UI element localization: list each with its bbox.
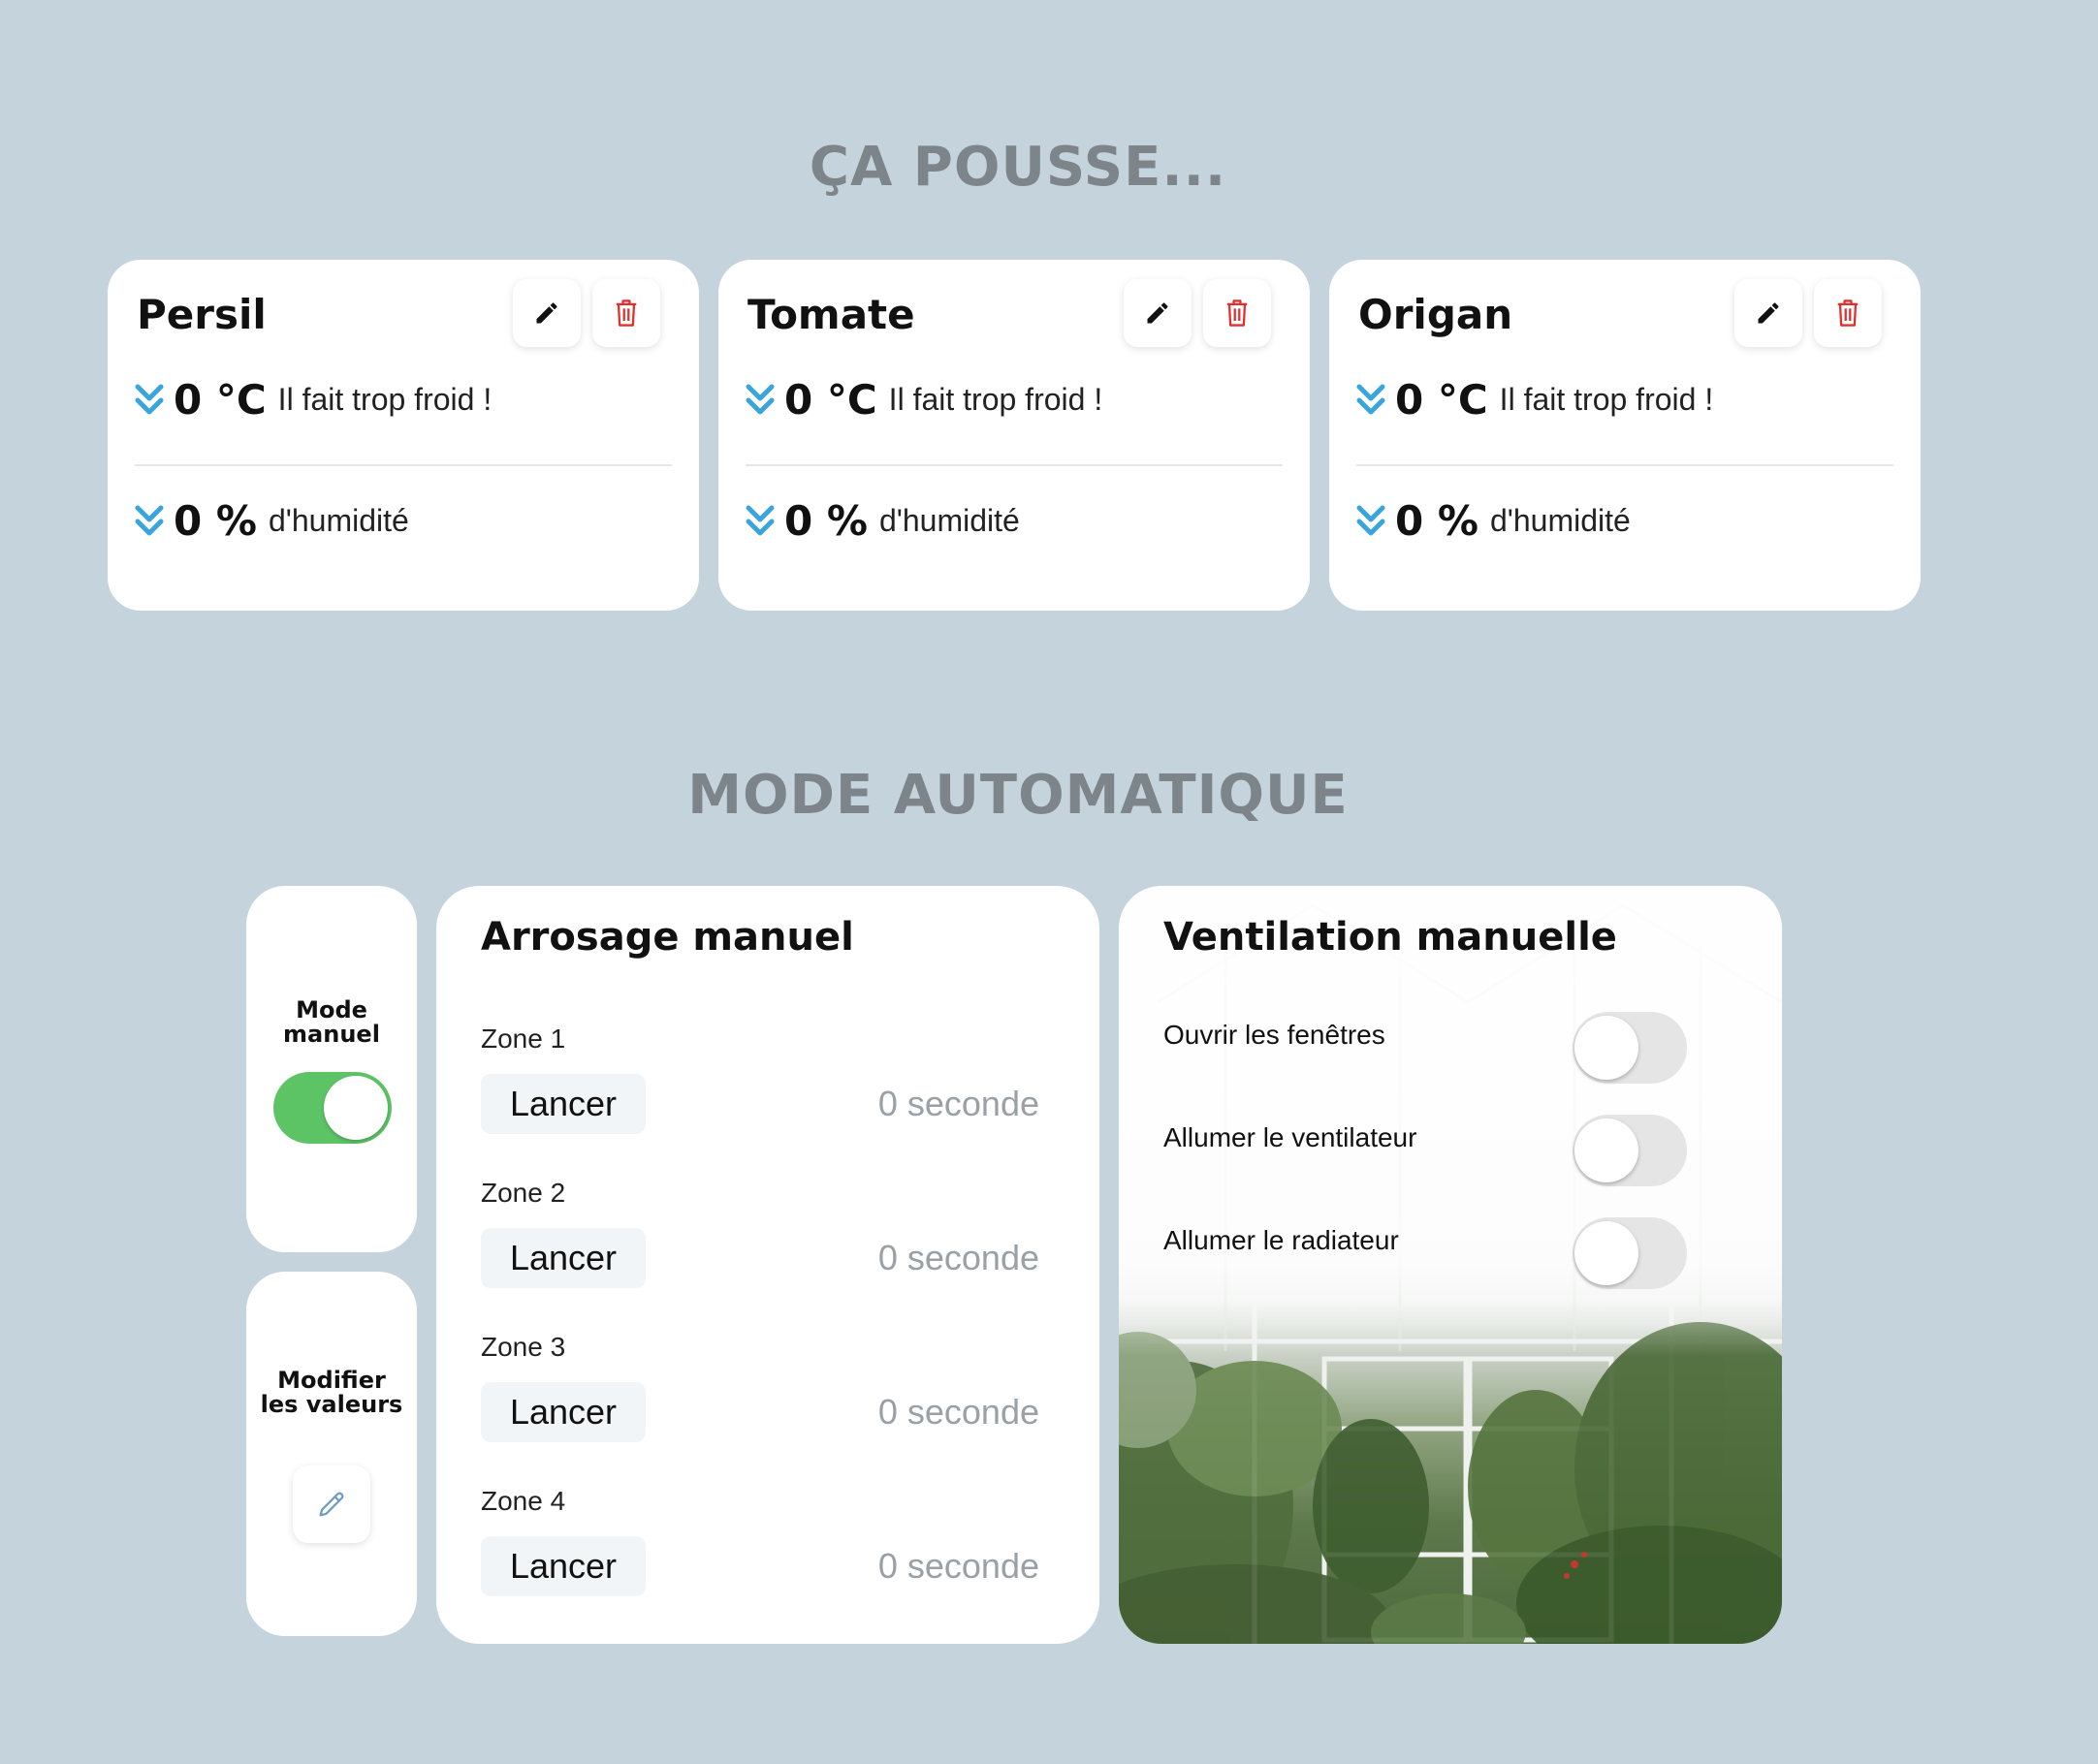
edit-plant-button[interactable] (513, 279, 581, 347)
manual-ventilation-title: Ventilation manuelle (1163, 915, 1617, 960)
humidity-value: 0 % (784, 497, 868, 545)
humidity-label: d'humidité (1489, 503, 1631, 538)
plant-card: Persil 0 °C Il fait trop froid ! 0 % d'h… (108, 260, 699, 611)
plant-name: Persil (137, 291, 267, 338)
heater-label: Allumer le radiateur (1163, 1225, 1399, 1255)
trash-icon (1837, 299, 1859, 327)
humidity-row: 0 % d'humidité (746, 497, 1020, 545)
launch-zone-2-button[interactable]: Lancer (481, 1228, 646, 1288)
temperature-status: Il fait trop froid ! (1499, 382, 1714, 417)
manual-watering-title: Arrosage manuel (481, 915, 854, 960)
toggle-knob (1574, 1221, 1638, 1285)
manual-watering-card: Arrosage manuel Zone 1 Lancer 0 seconde … (436, 886, 1099, 1644)
pencil-icon (536, 302, 557, 324)
chevron-double-down-icon (1356, 384, 1385, 414)
launch-zone-1-button[interactable]: Lancer (481, 1074, 646, 1134)
chevron-double-down-icon (746, 384, 775, 414)
launch-zone-4-button[interactable]: Lancer (481, 1536, 646, 1596)
fan-toggle[interactable] (1573, 1115, 1687, 1186)
section-title-auto-mode: MODE AUTOMATIQUE (687, 764, 1349, 827)
delete-plant-button[interactable] (1203, 279, 1271, 347)
zone-duration: 0 seconde (877, 1546, 1039, 1586)
manual-mode-label-line2: manuel (283, 1021, 380, 1048)
humidity-value: 0 % (174, 497, 257, 545)
manual-mode-card: Mode manuel (246, 886, 417, 1252)
delete-plant-button[interactable] (592, 279, 660, 347)
plant-name: Tomate (747, 291, 915, 338)
chevron-double-down-icon (135, 384, 164, 414)
humidity-label: d'humidité (878, 503, 1020, 538)
pencil-icon (1758, 302, 1779, 324)
zone-duration: 0 seconde (877, 1392, 1039, 1432)
humidity-row: 0 % d'humidité (1356, 497, 1631, 545)
modify-values-label-line2: les valeurs (260, 1391, 403, 1418)
toggle-knob (1574, 1118, 1638, 1182)
toggle-knob (324, 1076, 388, 1140)
temperature-row: 0 °C Il fait trop froid ! (135, 376, 492, 424)
plant-name: Origan (1358, 291, 1513, 338)
zone-label: Zone 3 (481, 1332, 566, 1362)
pencil-icon (319, 1492, 344, 1517)
divider (1356, 464, 1893, 466)
trash-icon (616, 299, 637, 327)
plant-card: Tomate 0 °C Il fait trop froid ! 0 % d'h… (718, 260, 1310, 611)
zone-duration: 0 seconde (877, 1084, 1039, 1123)
ventilation-option-row: Allumer le ventilateur (1163, 1115, 1706, 1188)
open-windows-toggle[interactable] (1573, 1012, 1687, 1084)
zone-label: Zone 1 (481, 1024, 566, 1054)
humidity-row: 0 % d'humidité (135, 497, 409, 545)
toggle-knob (1574, 1016, 1638, 1080)
heater-toggle[interactable] (1573, 1217, 1687, 1289)
chevron-double-down-icon (746, 505, 775, 535)
ventilation-option-row: Ouvrir les fenêtres (1163, 1012, 1706, 1086)
launch-zone-3-button[interactable]: Lancer (481, 1382, 646, 1442)
temperature-row: 0 °C Il fait trop froid ! (1356, 376, 1713, 424)
modify-values-card: Modifier les valeurs (246, 1272, 417, 1636)
temperature-status: Il fait trop froid ! (888, 382, 1103, 417)
modify-values-label-line1: Modifier (277, 1367, 386, 1394)
fan-label: Allumer le ventilateur (1163, 1122, 1417, 1152)
edit-plant-button[interactable] (1734, 279, 1802, 347)
temperature-status: Il fait trop froid ! (277, 382, 493, 417)
temperature-value: 0 °C (784, 376, 877, 424)
humidity-label: d'humidité (268, 503, 409, 538)
temperature-row: 0 °C Il fait trop froid ! (746, 376, 1102, 424)
edit-plant-button[interactable] (1124, 279, 1192, 347)
chevron-double-down-icon (1356, 505, 1385, 535)
trash-icon (1226, 299, 1248, 327)
section-title-growing: ÇA POUSSE... (809, 136, 1227, 199)
manual-ventilation-card: Ventilation manuelle Ouvrir les fenêtres… (1119, 886, 1782, 1644)
plant-card: Origan 0 °C Il fait trop froid ! 0 % d'h… (1329, 260, 1921, 611)
zone-label: Zone 2 (481, 1178, 566, 1208)
manual-mode-toggle[interactable] (273, 1072, 392, 1144)
zone-duration: 0 seconde (877, 1238, 1039, 1277)
ventilation-option-row: Allumer le radiateur (1163, 1217, 1706, 1291)
divider (746, 464, 1283, 466)
manual-mode-label-line1: Mode (296, 996, 367, 1024)
zone-label: Zone 4 (481, 1486, 566, 1516)
temperature-value: 0 °C (1395, 376, 1488, 424)
chevron-double-down-icon (135, 505, 164, 535)
humidity-value: 0 % (1395, 497, 1478, 545)
open-windows-label: Ouvrir les fenêtres (1163, 1020, 1385, 1050)
pencil-icon (1147, 302, 1168, 324)
divider (135, 464, 672, 466)
delete-plant-button[interactable] (1814, 279, 1882, 347)
temperature-value: 0 °C (174, 376, 267, 424)
modify-values-button[interactable] (293, 1465, 370, 1543)
